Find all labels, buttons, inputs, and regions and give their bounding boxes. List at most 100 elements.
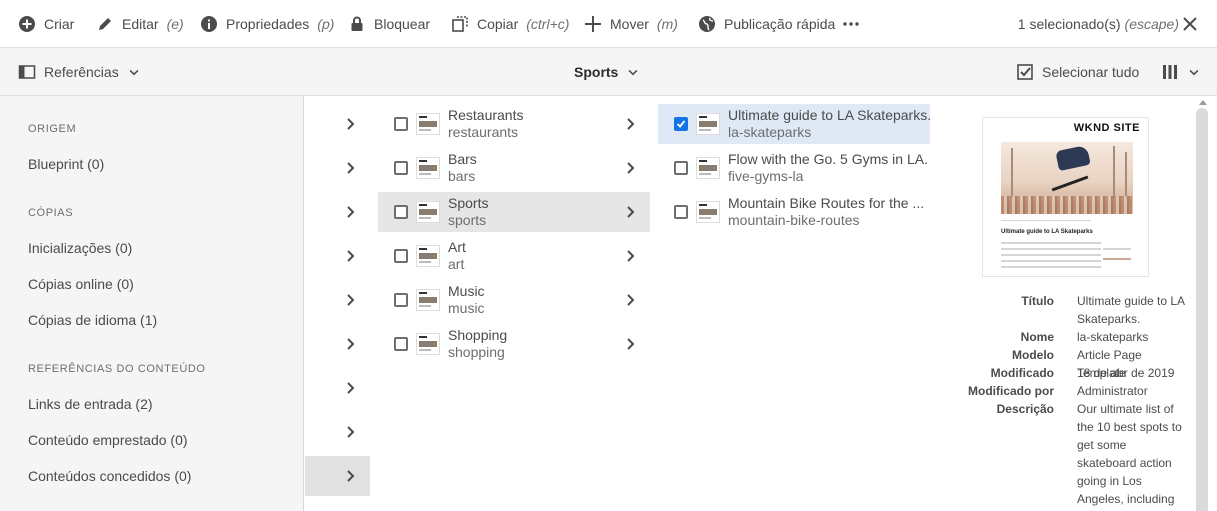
move-shortcut: (m) [656,16,678,32]
add-circle-icon [19,16,35,32]
view-switcher-button[interactable] [1161,48,1201,96]
row-name: five-gyms-la [728,168,804,184]
row-checkbox[interactable] [394,249,408,263]
move-button[interactable]: Mover (m) [584,0,678,48]
site-logo: WKND SITE [1073,122,1140,134]
row-checkbox[interactable] [394,293,408,307]
quick-publish-button[interactable]: Publicação rápida [698,0,835,48]
properties-shortcut: (p) [317,16,335,32]
row-checkbox[interactable] [394,161,408,175]
chevron-right-icon[interactable] [343,292,359,308]
select-all-icon [1017,64,1033,80]
row-title: Bars [448,151,477,167]
create-label: Criar [44,16,75,32]
rail-item-incoming-links[interactable]: Links de entrada (2) [28,396,153,412]
row-name: bars [448,168,476,184]
lock-button[interactable]: Bloquear [348,0,430,48]
row-title: Art [448,239,466,255]
move-icon [585,16,601,32]
meta-value-modified-by: Administrator [1077,384,1148,398]
chevron-right-icon[interactable] [623,292,639,308]
row-checkbox-checked[interactable] [674,117,688,131]
info-icon [201,16,217,32]
page-thumbnail [416,333,440,355]
chevron-down-icon [628,69,638,76]
rail-item-live-copies[interactable]: Cópias online (0) [28,276,134,292]
rail-toggle-button[interactable]: Referências [18,48,141,96]
column-view-icon [1163,65,1177,79]
row-checkbox[interactable] [674,161,688,175]
copy-label: Copiar [477,16,519,32]
row-name: shopping [448,344,505,360]
chevron-down-icon [1189,69,1199,76]
chevron-right-icon[interactable] [623,248,639,264]
chevron-right-icon[interactable] [343,248,359,264]
references-rail: ORIGEM Blueprint (0) CÓPIAS Inicializaçõ… [0,96,304,511]
select-all-button[interactable]: Selecionar tudo [1016,48,1139,96]
rail-item-launches[interactable]: Inicializações (0) [28,240,132,256]
row-title: Sports [448,195,489,211]
chevron-right-icon[interactable] [343,160,359,176]
rail-item-language-copies[interactable]: Cópias de idioma (1) [28,312,157,328]
chevron-right-icon[interactable] [343,380,359,396]
select-all-label: Selecionar tudo [1042,64,1140,80]
column1-selected-row[interactable] [305,456,370,496]
rail-section-heading: REFERÊNCIAS DO CONTEÚDO [28,363,206,375]
rail-item-blueprint[interactable]: Blueprint (0) [28,156,104,172]
row-title: Ultimate guide to LA Skateparks. [728,107,932,123]
chevron-right-icon[interactable] [623,336,639,352]
row-checkbox[interactable] [394,337,408,351]
row-name: music [448,300,485,316]
row-name: restaurants [448,124,519,140]
rail-item-borrowed-content[interactable]: Conteúdo emprestado (0) [28,432,188,448]
meta-label-description: Descrição [996,402,1054,416]
row-title: Shopping [448,327,508,343]
rail-item-lent-content[interactable]: Conteúdos concedidos (0) [28,468,191,484]
meta-label-modified-by: Modificado por [968,384,1054,398]
chevron-right-icon[interactable] [343,468,359,484]
create-button[interactable]: Criar [18,0,74,48]
meta-label-modified: Modificado [990,366,1054,380]
row-title: Mountain Bike Routes for the ... [728,195,925,211]
chevron-right-icon[interactable] [343,424,359,440]
meta-label-template: Modelo [1012,348,1054,362]
page-thumbnail [696,201,720,223]
close-icon[interactable] [1181,15,1199,33]
row-title: Music [448,283,485,299]
more-actions-button[interactable] [842,0,860,48]
meta-value-name: la-skateparks [1077,330,1149,344]
meta-value-description: Our ultimate list of the 10 best spots t… [1077,402,1184,511]
page-thumbnail [696,113,720,135]
row-name: mountain-bike-routes [728,212,860,228]
chevron-right-icon[interactable] [343,336,359,352]
chevron-right-icon[interactable] [623,160,639,176]
chevron-right-icon[interactable] [623,116,639,132]
chevron-right-icon[interactable] [343,116,359,132]
chevron-right-icon[interactable] [343,204,359,220]
selection-count: 1 selecionado(s) [1017,16,1121,32]
properties-button[interactable]: Propriedades (p) [200,0,334,48]
row-checkbox[interactable] [674,205,688,219]
row-checkbox[interactable] [394,117,408,131]
rail-toggle-label: Referências [44,64,119,80]
quick-publish-label: Publicação rápida [724,16,836,32]
edit-shortcut: (e) [166,16,184,32]
chevron-right-icon[interactable] [623,204,639,220]
page-thumbnail [416,113,440,135]
row-checkbox[interactable] [394,205,408,219]
edit-label: Editar [122,16,159,32]
row-name: sports [448,212,487,228]
action-bar: Criar Editar (e) Propriedades (p) Bloque… [0,0,1217,48]
page-thumbnail [416,201,440,223]
edit-button[interactable]: Editar (e) [96,0,184,48]
lock-icon [351,16,363,31]
meta-label-name: Nome [1020,330,1054,344]
pencil-icon [99,18,111,30]
scroll-up-arrow[interactable] [1199,100,1207,105]
rail-section-heading: ORIGEM [28,123,77,135]
scrollbar-thumb[interactable] [1196,108,1208,511]
copy-button[interactable]: Copiar (ctrl+c) [451,0,569,48]
meta-label-title: Título [1021,294,1054,308]
selection-shortcut: (escape) [1124,16,1179,32]
breadcrumb-title-button[interactable]: Sports [574,48,640,96]
